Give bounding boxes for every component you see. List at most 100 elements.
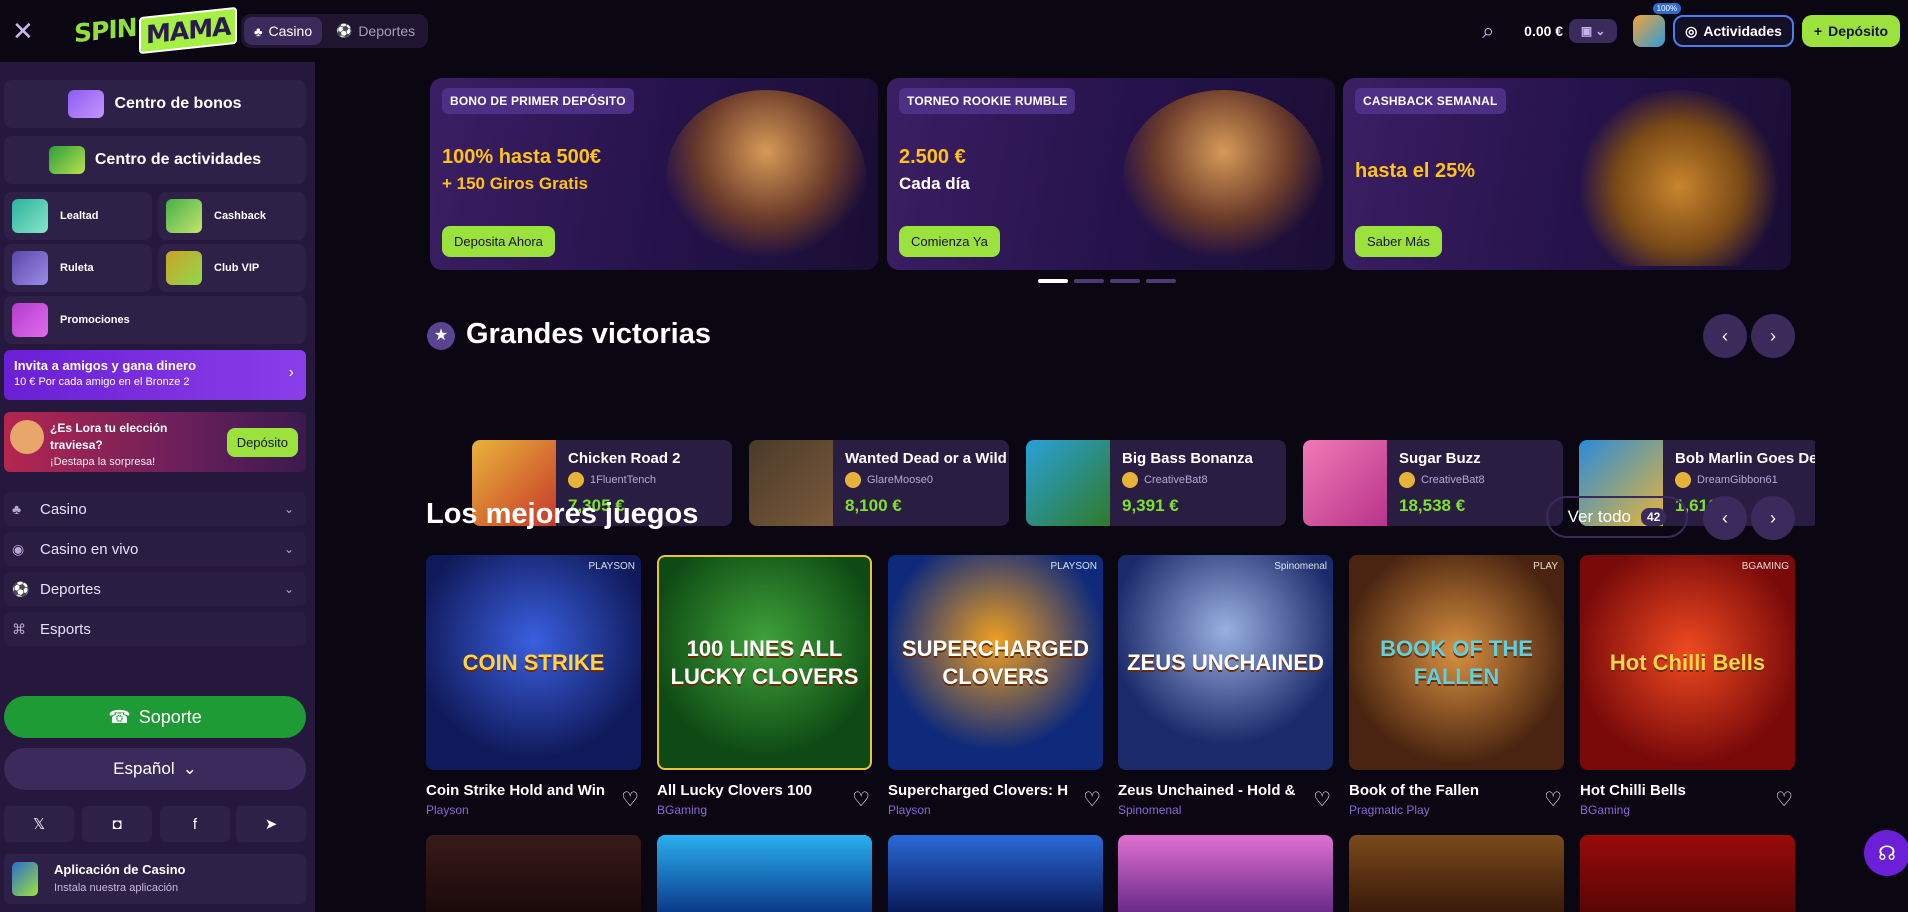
cherries-icon: ♣ <box>254 23 263 39</box>
sidebar-nav-deportes[interactable]: ⚽ Deportes ⌄ <box>4 572 306 606</box>
casino-app-banner[interactable]: Aplicación de Casino Instala nuestra apl… <box>4 854 306 904</box>
tab-casino-label: Casino <box>268 23 313 39</box>
game-card-partial[interactable] <box>1118 835 1333 912</box>
big-win-card[interactable]: Sugar Buzz CreativeBat8 18,538 € <box>1303 440 1563 526</box>
favorite-heart-icon[interactable]: ♡ <box>852 787 870 812</box>
lora-promo-banner[interactable]: ¿Es Lora tu elección traviesa? ¡Destapa … <box>4 412 306 472</box>
game-thumbnail: SUPERCHARGED CLOVERS PLAYSON <box>888 555 1103 770</box>
win-user: GlareMoose0 <box>845 472 933 488</box>
activity-center-button[interactable]: Centro de actividades <box>4 136 306 184</box>
tab-deportes[interactable]: ⚽ Deportes <box>326 17 425 45</box>
favorite-heart-icon[interactable]: ♡ <box>621 787 639 812</box>
game-card[interactable]: ZEUS UNCHAINED Spinomenal Zeus Unchained… <box>1118 555 1333 817</box>
game-thumbnail: BOOK OF THE FALLEN PLAY <box>1349 555 1564 770</box>
user-avatar-icon <box>1122 472 1138 488</box>
x-social-button[interactable]: 𝕏 <box>4 806 74 842</box>
game-provider: Pragmatic Play <box>1349 803 1430 817</box>
carousel-dot[interactable] <box>1146 279 1176 283</box>
deposito-button[interactable]: + Depósito <box>1801 15 1900 47</box>
chevron-right-icon: › <box>288 364 294 381</box>
main-content: BONO DE PRIMER DEPÓSITO 100% hasta 500€ … <box>315 62 1908 912</box>
live-chat-button[interactable]: ☊ <box>1864 830 1908 876</box>
wallet-dropdown[interactable]: ▣ ⌄ <box>1569 19 1618 43</box>
banner-cta-button[interactable]: Saber Más <box>1355 226 1442 257</box>
win-game-name: Bob Marlin Goes Deep <box>1675 450 1819 467</box>
tab-casino[interactable]: ♣ Casino <box>244 17 323 45</box>
game-card[interactable]: SUPERCHARGED CLOVERS PLAYSON Supercharge… <box>888 555 1103 817</box>
sidebar-nav-esports[interactable]: ⌘ Esports <box>4 612 306 646</box>
facebook-social-button[interactable]: f <box>160 806 230 842</box>
sidebar-item-ruleta[interactable]: Ruleta <box>4 244 152 292</box>
game-name: Zeus Unchained - Hold & Hit <box>1118 782 1298 799</box>
sidebar-nav-casino[interactable]: ♣ Casino ⌄ <box>4 492 306 526</box>
carousel-dots <box>1038 279 1176 283</box>
balance[interactable]: 0.00 € ▣ ⌄ <box>1524 19 1618 43</box>
menu-toggle-icon[interactable]: ✕ <box>12 18 40 44</box>
promo-banner-1[interactable]: BONO DE PRIMER DEPÓSITO 100% hasta 500€ … <box>430 78 878 270</box>
big-win-card[interactable]: Big Bass Bonanza CreativeBat8 9,391 € <box>1026 440 1286 526</box>
actividades-button[interactable]: ◎ Actividades <box>1673 15 1794 47</box>
support-button[interactable]: ☎ Soporte <box>4 696 306 738</box>
game-art-title: Hot Chilli Bells <box>1609 649 1766 675</box>
phone-icon <box>12 862 38 896</box>
big-win-card[interactable]: Wanted Dead or a Wild GlareMoose0 8,100 … <box>749 440 1009 526</box>
instagram-social-button[interactable]: ◘ <box>82 806 152 842</box>
game-card[interactable]: Hot Chilli Bells BGAMING Hot Chilli Bell… <box>1580 555 1795 817</box>
game-card[interactable]: BOOK OF THE FALLEN PLAY Book of the Fall… <box>1349 555 1564 817</box>
gift-icon: ▣ <box>1580 24 1593 38</box>
sidebar-item-club-vip[interactable]: Club VIP <box>158 244 306 292</box>
lora-deposit-button[interactable]: Depósito <box>226 428 298 457</box>
sidebar-item-label: Promociones <box>60 314 130 326</box>
favorite-heart-icon[interactable]: ♡ <box>1775 787 1793 812</box>
sidebar-item-label: Lealtad <box>60 210 99 222</box>
carousel-dot[interactable] <box>1110 279 1140 283</box>
favorite-heart-icon[interactable]: ♡ <box>1313 787 1331 812</box>
deposito-label: Depósito <box>1828 23 1888 39</box>
chevron-down-icon: ⌄ <box>1595 24 1606 38</box>
sidebar-item-promociones[interactable]: Promociones <box>4 296 306 344</box>
game-card[interactable]: COIN STRIKE PLAYSON Coin Strike Hold and… <box>426 555 641 817</box>
game-card[interactable]: 100 LINES ALL LUCKY CLOVERS All Lucky Cl… <box>657 555 872 817</box>
game-thumbnail <box>749 440 833 526</box>
game-card-partial[interactable] <box>1349 835 1564 912</box>
game-card-partial[interactable] <box>657 835 872 912</box>
game-card-partial[interactable] <box>426 835 641 912</box>
invite-friends-banner[interactable]: Invita a amigos y gana dinero 10 € Por c… <box>4 350 306 400</box>
user-avatar-icon <box>845 472 861 488</box>
promo-banner-3[interactable]: CASHBACK SEMANAL hasta el 25% Saber Más <box>1343 78 1791 270</box>
carousel-dot[interactable] <box>1074 279 1104 283</box>
avatar[interactable]: 100% <box>1633 3 1682 47</box>
see-all-label: Ver todo <box>1567 507 1631 526</box>
top-games-prev-button[interactable]: ‹ <box>1703 496 1747 540</box>
see-all-button[interactable]: Ver todo 42 <box>1546 496 1688 538</box>
big-wins-next-button[interactable]: › <box>1751 314 1795 358</box>
promo-banner-2[interactable]: TORNEO ROOKIE RUMBLE 2.500 € Cada día Co… <box>887 78 1335 270</box>
telegram-social-button[interactable]: ➤ <box>236 806 306 842</box>
language-selector[interactable]: Español ⌄ <box>4 748 306 790</box>
sidebar-item-lealtad[interactable]: Lealtad <box>4 192 152 240</box>
banner-cta-button[interactable]: Deposita Ahora <box>442 226 555 257</box>
provider-badge: PLAY <box>1533 561 1558 572</box>
banner-cta-button[interactable]: Comienza Ya <box>899 226 1000 257</box>
bonus-center-button[interactable]: Centro de bonos <box>4 80 306 128</box>
carousel-dot[interactable] <box>1038 279 1068 283</box>
game-card-partial[interactable] <box>888 835 1103 912</box>
search-icon[interactable]: ⌕ <box>1482 19 1506 43</box>
game-provider: BGaming <box>1580 803 1631 817</box>
lora-title: ¿Es Lora tu elección traviesa? <box>50 421 168 452</box>
logo[interactable]: SPIN MAMA <box>74 6 238 55</box>
sidebar-nav-casino-en-vivo[interactable]: ◉ Casino en vivo ⌄ <box>4 532 306 566</box>
sidebar-item-cashback[interactable]: Cashback <box>158 192 306 240</box>
game-provider: Playson <box>426 803 469 817</box>
roulette-icon <box>12 251 48 285</box>
favorite-heart-icon[interactable]: ♡ <box>1083 787 1101 812</box>
top-games-next-button[interactable]: › <box>1751 496 1795 540</box>
win-username: CreativeBat8 <box>1144 474 1208 486</box>
banner-character-image <box>1123 90 1323 266</box>
big-wins-prev-button[interactable]: ‹ <box>1703 314 1747 358</box>
win-user: CreativeBat8 <box>1399 472 1485 488</box>
game-card-partial[interactable] <box>1580 835 1795 912</box>
favorite-heart-icon[interactable]: ♡ <box>1544 787 1562 812</box>
game-thumbnail: 100 LINES ALL LUCKY CLOVERS <box>657 555 872 770</box>
sidebar-item-label: Cashback <box>214 210 266 222</box>
